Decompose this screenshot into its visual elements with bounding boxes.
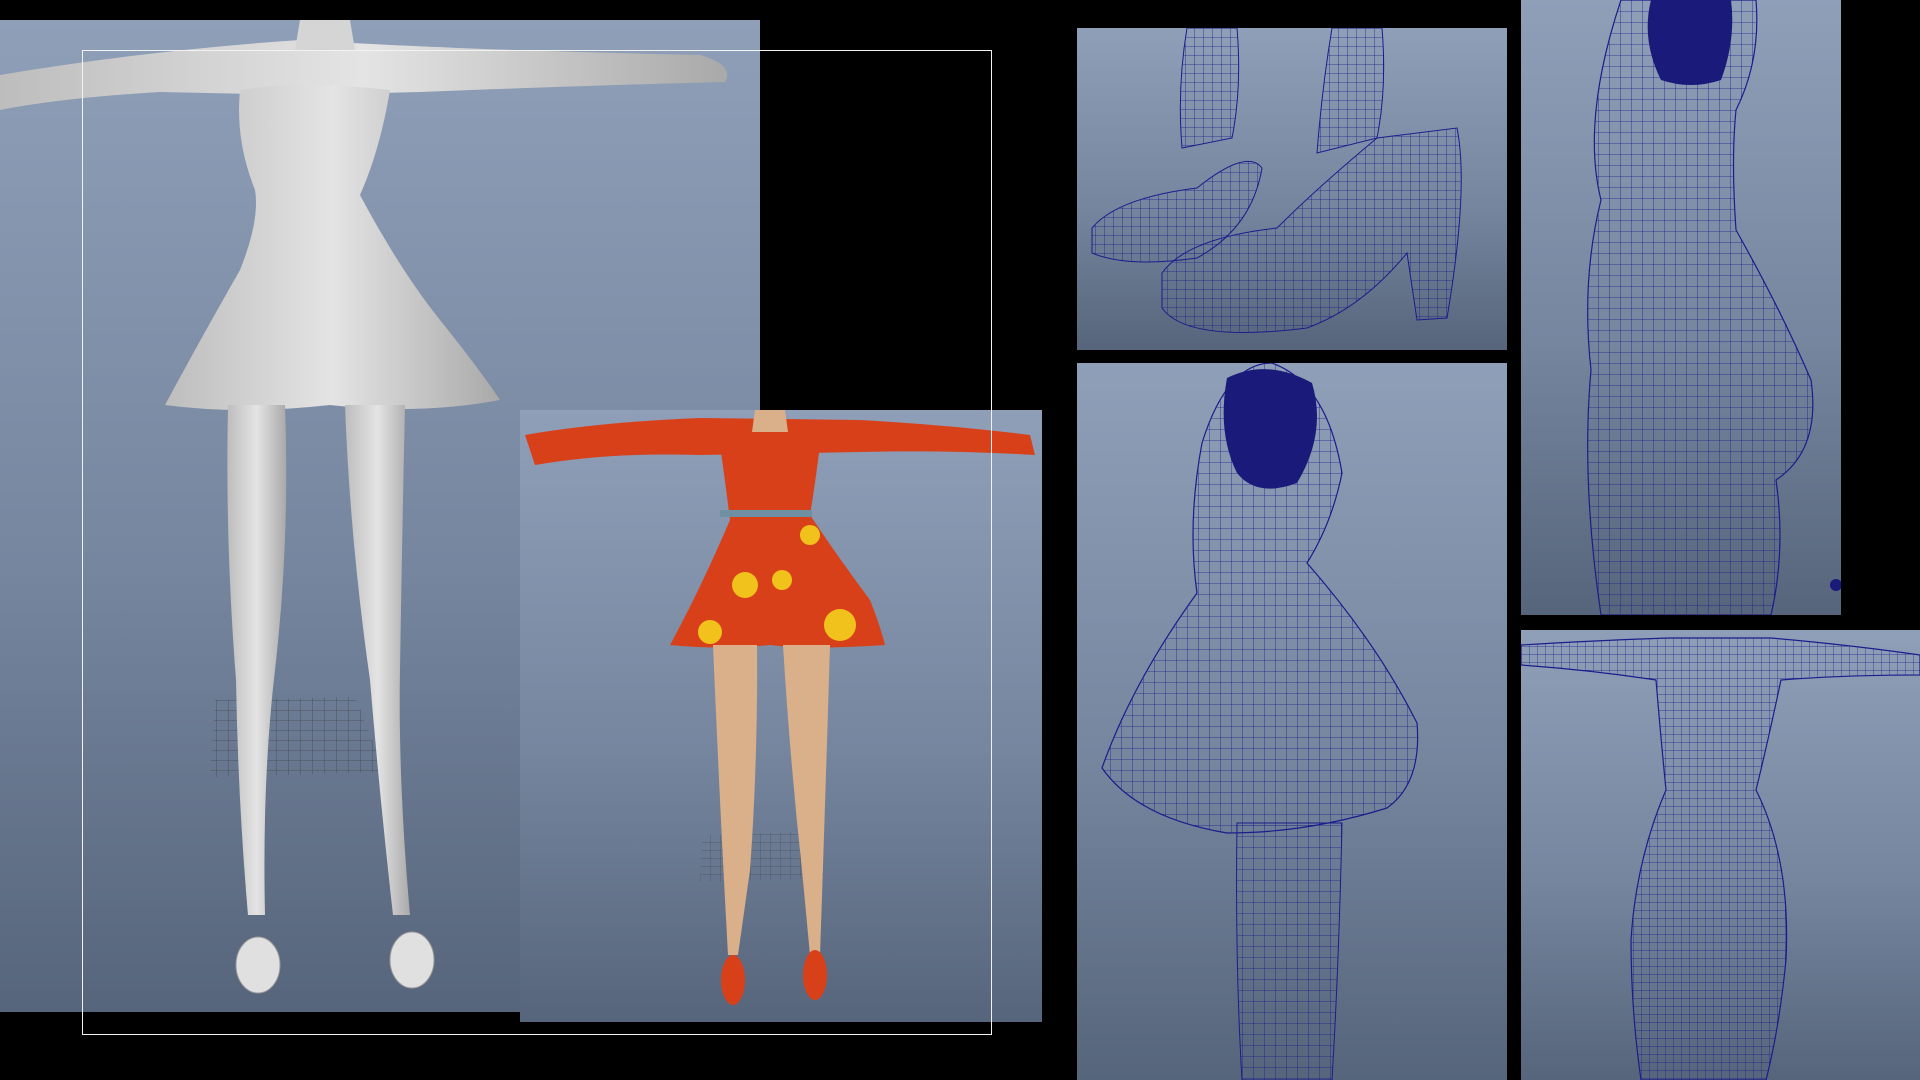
- wireframe-back-body-icon: [1521, 637, 1920, 1080]
- textured-model-icon: [525, 410, 1035, 1005]
- textured-model-viewport[interactable]: [520, 410, 1042, 1022]
- wireframe-side-body-icon: [1587, 0, 1841, 615]
- wireframe-shoes-viewport[interactable]: [1077, 28, 1507, 350]
- wireframe-dress-icon: [1101, 363, 1419, 1080]
- wireframe-side-body-viewport[interactable]: [1521, 0, 1841, 615]
- wireframe-dress-viewport[interactable]: [1077, 363, 1507, 1080]
- wireframe-shoes-icon: [1091, 28, 1462, 333]
- wireframe-back-body-viewport[interactable]: [1521, 630, 1920, 1080]
